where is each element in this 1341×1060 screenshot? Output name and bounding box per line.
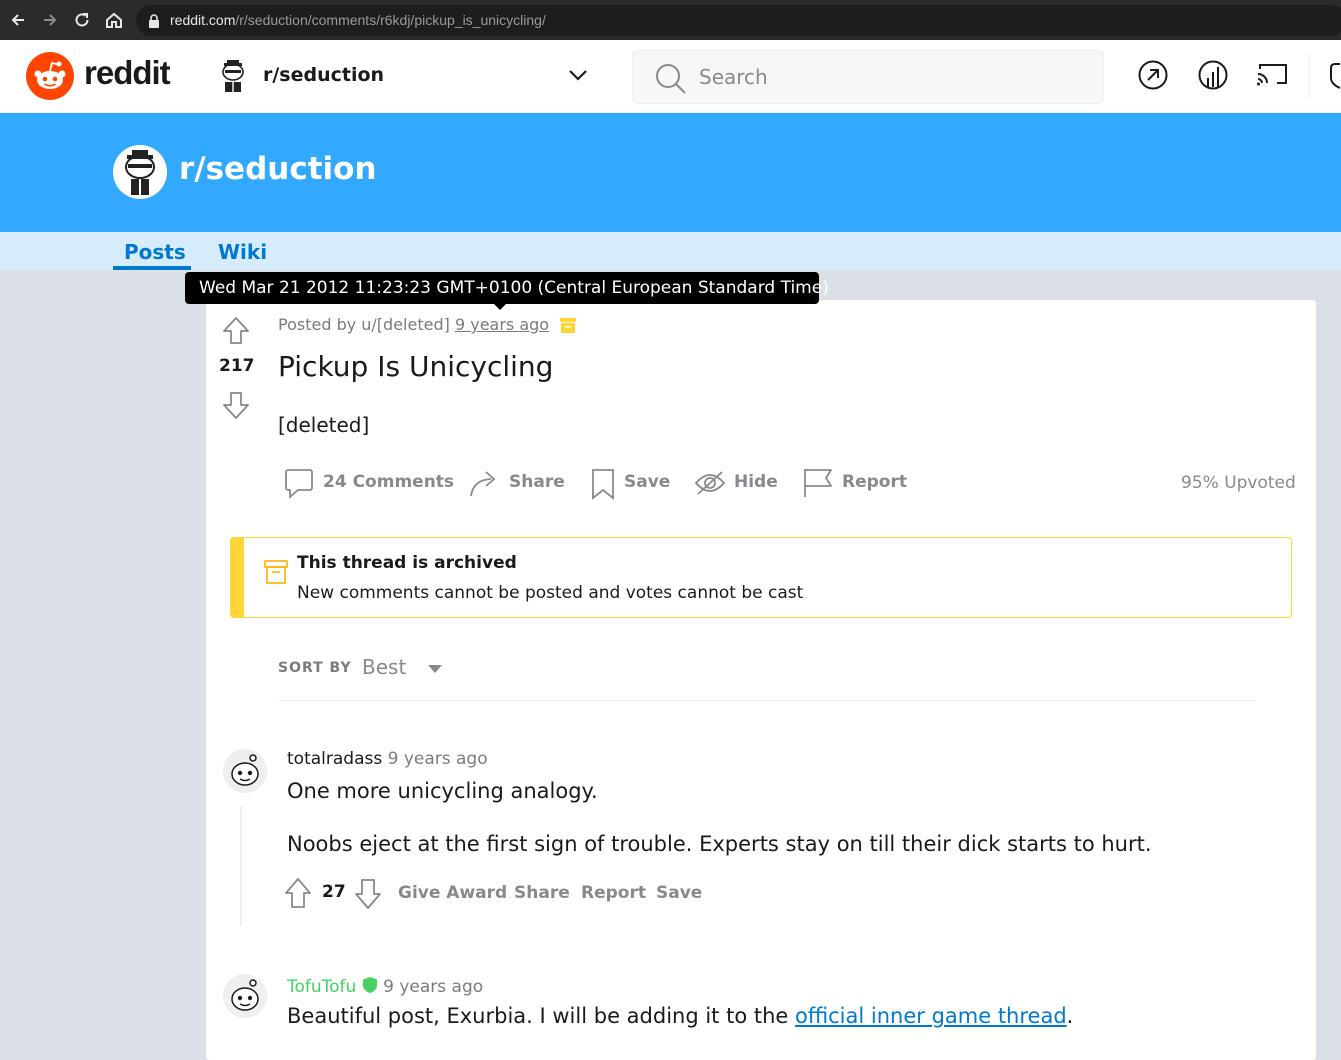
avatar[interactable] <box>223 974 267 1018</box>
downvote-arrow-icon[interactable] <box>221 390 251 420</box>
posted-by-text[interactable]: Posted by u/[deleted] <box>278 315 450 334</box>
comment-meta: TofuTofu 9 years ago <box>287 974 483 997</box>
tab-wiki[interactable]: Wiki <box>218 240 267 264</box>
comment-text: Beautiful post, Exurbia. I will be addin… <box>287 1004 1074 1028</box>
active-tab-indicator <box>113 266 191 270</box>
sort-dropdown[interactable]: Best <box>362 655 406 679</box>
comment-report-button[interactable]: Report <box>581 883 646 903</box>
archive-box-icon <box>264 560 288 584</box>
forward-arrow-icon[interactable] <box>40 10 60 30</box>
tab-posts[interactable]: Posts <box>124 240 186 264</box>
back-arrow-icon[interactable] <box>8 10 28 30</box>
chevron-down-icon[interactable] <box>568 68 588 82</box>
post-score: 217 <box>219 356 255 376</box>
comments-button[interactable]: 24 Comments <box>323 472 454 492</box>
browser-toolbar: reddit.com/r/seduction/comments/r6kdj/pi… <box>0 0 1341 40</box>
comment-time[interactable]: 9 years ago <box>388 749 488 769</box>
shield-icon[interactable] <box>1328 62 1341 90</box>
comment-author[interactable]: totalradass <box>287 749 382 769</box>
post-title[interactable]: Pickup Is Unicycling <box>278 350 553 383</box>
comment-meta: totalradass 9 years ago <box>287 749 488 769</box>
community-avatar-icon <box>218 60 248 94</box>
comment-share-button[interactable]: Share <box>514 883 570 903</box>
share-arrow-icon[interactable] <box>469 468 499 498</box>
search-icon <box>655 63 687 95</box>
comment-time[interactable]: 9 years ago <box>383 977 483 997</box>
post-card <box>206 300 1316 1060</box>
header-divider <box>1309 54 1310 98</box>
tooltip-arrow <box>494 304 506 310</box>
comment-bubble-icon[interactable] <box>284 468 314 500</box>
snoo-avatar-icon <box>223 974 267 1018</box>
upvote-arrow-icon[interactable] <box>221 316 251 346</box>
sort-label: SORT BY <box>278 660 352 676</box>
timestamp-tooltip: Wed Mar 21 2012 11:23:23 GMT+0100 (Centr… <box>185 272 829 304</box>
archived-notice-subtitle: New comments cannot be posted and votes … <box>297 583 804 603</box>
community-banner: r/seduction <box>0 113 1341 232</box>
site-header: reddit r/seduction <box>0 40 1341 113</box>
snoo-avatar-icon <box>223 749 267 793</box>
archived-notice-stripe <box>231 537 244 618</box>
all-chart-icon[interactable] <box>1197 59 1229 91</box>
comment-author[interactable]: TofuTofu <box>287 977 356 997</box>
post-meta: Posted by u/[deleted] 9 years ago <box>278 315 549 334</box>
address-bar[interactable]: reddit.com/r/seduction/comments/r6kdj/pi… <box>136 5 1341 36</box>
sort-divider <box>278 700 1256 701</box>
upvote-ratio: 95% Upvoted <box>1181 473 1296 493</box>
search-bar[interactable] <box>632 50 1104 104</box>
eye-slash-icon[interactable] <box>694 470 726 496</box>
community-banner-avatar-icon <box>113 145 167 199</box>
avatar[interactable] <box>223 749 267 793</box>
report-button[interactable]: Report <box>842 472 907 492</box>
lock-icon <box>148 14 160 28</box>
caret-down-icon[interactable] <box>427 664 443 674</box>
hide-button[interactable]: Hide <box>734 472 778 492</box>
comment-text: One more unicycling analogy. <box>287 779 598 803</box>
reddit-wordmark[interactable]: reddit <box>84 54 171 92</box>
comment-save-button[interactable]: Save <box>656 883 702 903</box>
community-switcher-label[interactable]: r/seduction <box>263 64 384 86</box>
url-text: reddit.com/r/seduction/comments/r6kdj/pi… <box>170 12 546 28</box>
comment-downvote-icon[interactable] <box>354 878 382 910</box>
thread-line[interactable] <box>240 806 242 926</box>
give-award-button[interactable]: Give Award <box>398 883 507 903</box>
post-body: [deleted] <box>278 413 370 437</box>
community-tabs: Posts Wiki <box>0 232 1341 270</box>
archived-notice-title: This thread is archived <box>297 553 517 573</box>
cast-icon[interactable] <box>1256 60 1290 90</box>
community-title: r/seduction <box>179 151 377 187</box>
inner-game-thread-link[interactable]: official inner game thread <box>795 1004 1067 1028</box>
comment-text: Noobs eject at the first sign of trouble… <box>287 832 1152 856</box>
search-input[interactable] <box>699 63 1079 91</box>
comment-upvote-icon[interactable] <box>284 877 312 909</box>
save-button[interactable]: Save <box>624 472 670 492</box>
bookmark-icon[interactable] <box>591 468 615 500</box>
archived-box-icon <box>560 318 576 333</box>
popular-arrow-icon[interactable] <box>1137 59 1169 91</box>
reddit-logo-icon[interactable] <box>25 51 75 101</box>
flag-icon[interactable] <box>803 467 833 499</box>
share-button[interactable]: Share <box>509 472 565 492</box>
archived-notice: This thread is archived New comments can… <box>230 537 1292 618</box>
post-timestamp[interactable]: 9 years ago <box>455 315 549 334</box>
moderator-shield-icon <box>362 976 378 994</box>
comment-score: 27 <box>322 882 346 902</box>
reload-icon[interactable] <box>72 10 92 30</box>
home-icon[interactable] <box>104 10 124 30</box>
